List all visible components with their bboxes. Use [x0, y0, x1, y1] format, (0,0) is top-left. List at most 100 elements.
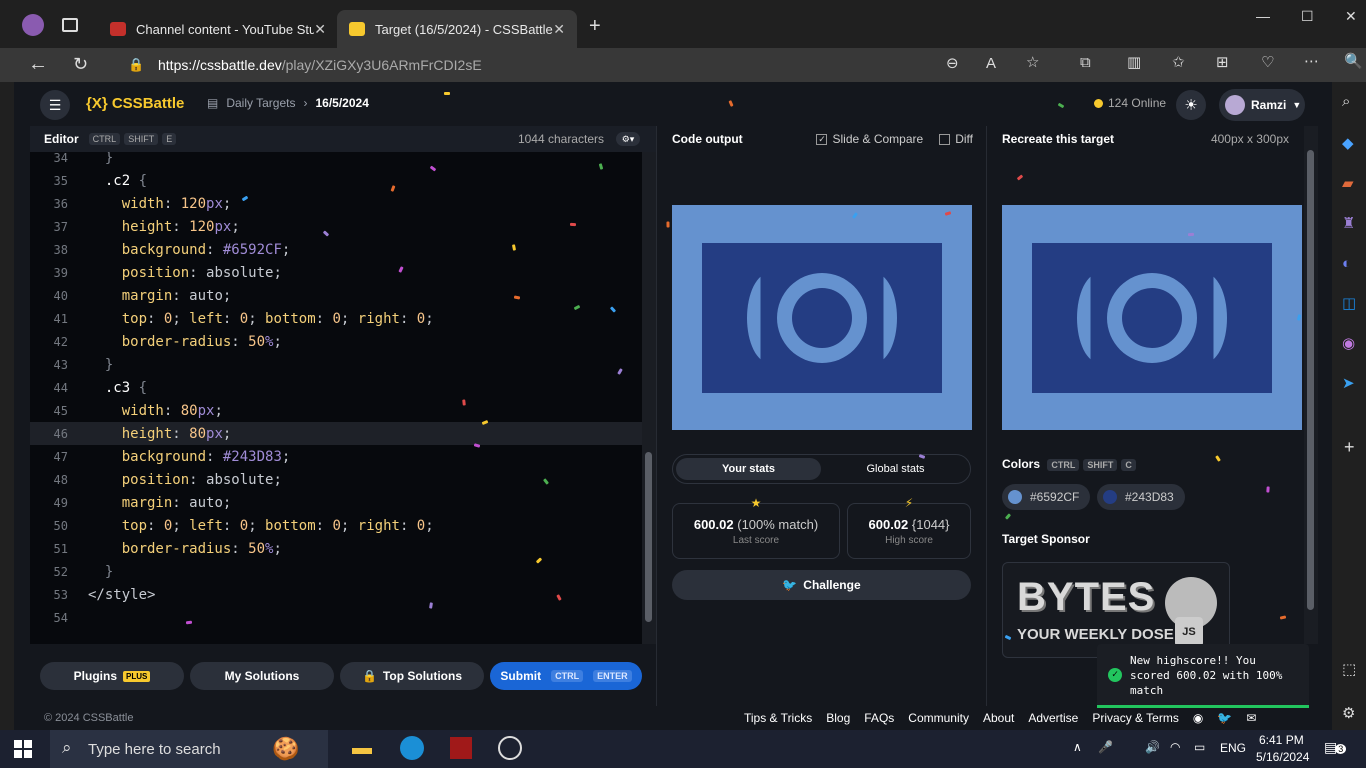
- code-line[interactable]: 34 }: [30, 152, 642, 169]
- breadcrumb-section[interactable]: Daily Targets: [226, 96, 295, 110]
- challenge-button[interactable]: 🐦 Challenge: [672, 570, 971, 600]
- code-line[interactable]: 42 border-radius: 50%;: [30, 330, 642, 353]
- refresh-icon[interactable]: ↻: [73, 55, 88, 73]
- code-line[interactable]: 38 background: #6592CF;: [30, 238, 642, 261]
- logo[interactable]: {X} CSSBattle: [86, 95, 184, 112]
- close-window-icon[interactable]: ✕: [1345, 8, 1357, 25]
- top-solutions-button[interactable]: 🔒 Top Solutions: [340, 662, 484, 690]
- sidebar-search-icon[interactable]: 🔍: [1344, 54, 1363, 69]
- screenshot-icon[interactable]: ⬚: [1342, 662, 1356, 677]
- code-line[interactable]: 39 position: absolute;: [30, 261, 642, 284]
- code-line[interactable]: 36 width: 120px;: [30, 192, 642, 215]
- new-tab-icon[interactable]: +: [589, 16, 601, 36]
- windows-start-icon[interactable]: [14, 740, 32, 758]
- tray-chevron-icon[interactable]: ∧: [1073, 740, 1082, 754]
- send-icon[interactable]: ➤: [1342, 376, 1355, 391]
- slide-compare-toggle[interactable]: ✓ Slide & Compare: [816, 132, 923, 146]
- add-icon[interactable]: +: [1344, 438, 1355, 456]
- designer-icon[interactable]: ◉: [1342, 336, 1355, 351]
- code-line[interactable]: 35 .c2 {: [30, 169, 642, 192]
- wifi-icon[interactable]: ◠: [1170, 740, 1180, 754]
- split-screen-icon[interactable]: ▥: [1127, 55, 1141, 70]
- notification-icon[interactable]: ▤3: [1324, 739, 1347, 756]
- dota-icon[interactable]: [450, 737, 472, 759]
- mail-icon[interactable]: ✉: [1246, 711, 1256, 725]
- code-line[interactable]: 50 top: 0; left: 0; bottom: 0; right: 0;: [30, 514, 642, 537]
- mic-icon[interactable]: 🎤: [1098, 740, 1113, 754]
- plugins-button[interactable]: Plugins PLUS: [40, 662, 184, 690]
- discord-icon[interactable]: ◉: [1193, 711, 1203, 725]
- code-line[interactable]: 51 border-radius: 50%;: [30, 537, 642, 560]
- tab-your-stats[interactable]: Your stats: [676, 458, 821, 480]
- code-line[interactable]: 47 background: #243D83;: [30, 445, 642, 468]
- tab-global-stats[interactable]: Global stats: [823, 458, 968, 480]
- minimize-icon[interactable]: —: [1256, 8, 1270, 24]
- footer-link[interactable]: FAQs: [864, 711, 894, 725]
- language[interactable]: ENG: [1220, 741, 1246, 755]
- target-image[interactable]: [1002, 205, 1302, 430]
- code-line[interactable]: 45 width: 80px;: [30, 399, 642, 422]
- editor-settings-button[interactable]: ⚙▾: [616, 132, 640, 146]
- code-line[interactable]: 44 .c3 {: [30, 376, 642, 399]
- tab-actions-icon[interactable]: [62, 18, 78, 32]
- url-field[interactable]: 🔒 https://cssbattle.dev/play/XZiGXy3U6AR…: [110, 50, 1072, 80]
- code-line[interactable]: 43 }: [30, 353, 642, 376]
- code-line[interactable]: 53 </style>: [30, 583, 642, 606]
- taskbar-search[interactable]: ⌕ Type here to search 🍪: [50, 730, 328, 768]
- code-line[interactable]: 40 margin: auto;: [30, 284, 642, 307]
- extensions-icon[interactable]: ⧉: [1080, 55, 1091, 70]
- more-icon[interactable]: ⋯: [1304, 54, 1319, 69]
- editor-scrollbar[interactable]: [642, 152, 656, 644]
- zoom-icon[interactable]: ⊖: [946, 56, 959, 71]
- favorites-icon[interactable]: ✩: [1172, 55, 1185, 70]
- outlook-icon[interactable]: ◫: [1342, 296, 1356, 311]
- search-icon[interactable]: ⌕: [1342, 94, 1350, 109]
- obs-icon[interactable]: [498, 736, 522, 760]
- footer-link[interactable]: About: [983, 711, 1014, 725]
- back-icon[interactable]: ←: [28, 54, 48, 74]
- favorite-icon[interactable]: ☆: [1026, 55, 1039, 70]
- maximize-icon[interactable]: ☐: [1301, 8, 1314, 25]
- code-line[interactable]: 37 height: 120px;: [30, 215, 642, 238]
- volume-icon[interactable]: 🔊: [1145, 740, 1160, 754]
- color-chip[interactable]: #243D83: [1097, 484, 1185, 510]
- shopping-icon[interactable]: ◆: [1342, 136, 1354, 151]
- code-editor[interactable]: 34 } 35 .c2 {36 width: 120px; 37 height: 1…: [30, 152, 656, 644]
- twitter-icon[interactable]: 🐦: [1217, 711, 1232, 725]
- read-aloud-icon[interactable]: A: [986, 56, 996, 71]
- footer-link[interactable]: Blog: [826, 711, 850, 725]
- file-explorer-icon[interactable]: ▬: [352, 738, 372, 758]
- clock-date[interactable]: 5/16/2024: [1256, 750, 1309, 764]
- code-line[interactable]: 52 }: [30, 560, 642, 583]
- color-chip[interactable]: #6592CF: [1002, 484, 1090, 510]
- menu-button[interactable]: ☰: [40, 90, 70, 120]
- close-tab-icon[interactable]: ✕: [553, 21, 565, 38]
- footer-link[interactable]: Advertise: [1028, 711, 1078, 725]
- copilot-icon[interactable]: ◐: [1342, 256, 1351, 271]
- footer-link[interactable]: Community: [908, 711, 969, 725]
- code-line[interactable]: 48 position: absolute;: [30, 468, 642, 491]
- performance-icon[interactable]: ♡: [1261, 55, 1274, 70]
- code-line[interactable]: 46 height: 80px;: [30, 422, 642, 445]
- submit-button[interactable]: Submit CTRL ENTER: [490, 662, 642, 690]
- scroll-thumb[interactable]: [1307, 150, 1314, 610]
- diff-toggle[interactable]: Diff: [939, 132, 973, 146]
- code-line[interactable]: 41 top: 0; left: 0; bottom: 0; right: 0;: [30, 307, 642, 330]
- tab-youtube[interactable]: Channel content - YouTube Studio ✕: [98, 10, 338, 48]
- clock-time[interactable]: 6:41 PM: [1259, 733, 1304, 747]
- footer-link[interactable]: Privacy & Terms: [1092, 711, 1178, 725]
- code-output-canvas[interactable]: [672, 205, 972, 430]
- user-menu[interactable]: Ramzi ▼: [1219, 89, 1305, 121]
- tools-icon[interactable]: ▰: [1342, 176, 1354, 191]
- edge-icon[interactable]: [400, 736, 424, 760]
- code-line[interactable]: 54: [30, 606, 642, 629]
- my-solutions-button[interactable]: My Solutions: [190, 662, 334, 690]
- settings-icon[interactable]: ⚙: [1342, 706, 1355, 721]
- collections-icon[interactable]: ⊞: [1216, 55, 1229, 70]
- code-line[interactable]: 49 margin: auto;: [30, 491, 642, 514]
- tab-cssbattle[interactable]: Target (16/5/2024) - CSSBattle ✕: [337, 10, 577, 48]
- battery-icon[interactable]: ▭: [1194, 740, 1205, 754]
- page-scrollbar[interactable]: [1304, 126, 1318, 644]
- theme-toggle-button[interactable]: ☀: [1176, 90, 1206, 120]
- scroll-thumb[interactable]: [645, 452, 652, 622]
